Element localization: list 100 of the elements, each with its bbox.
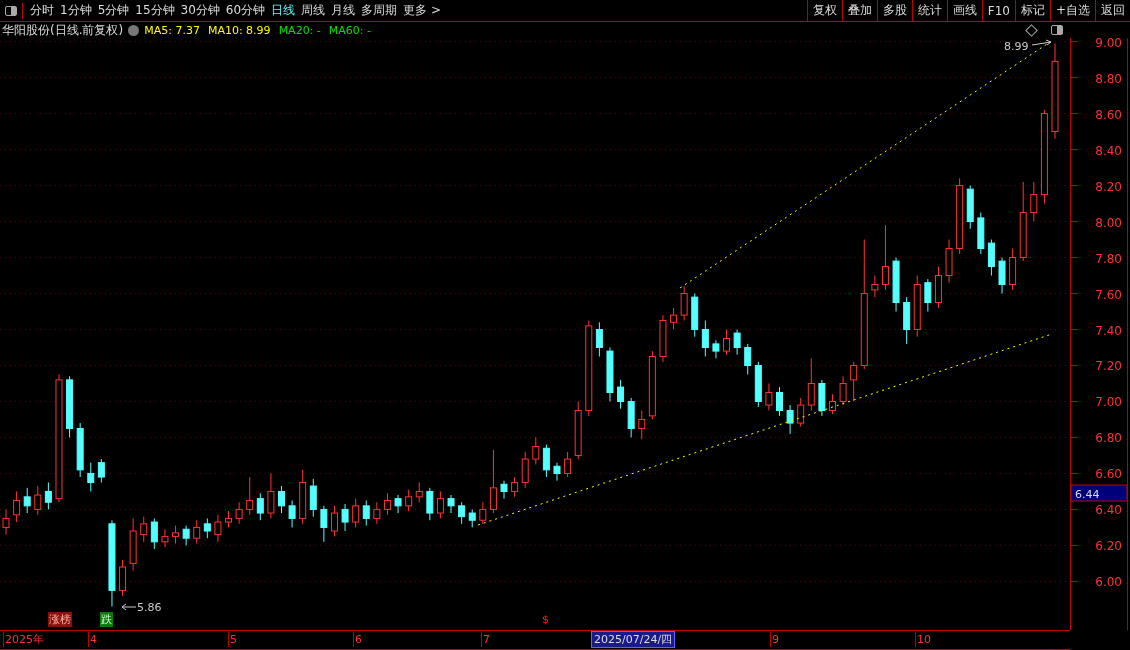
price-tick: 8.20: [1095, 179, 1122, 194]
period-tab[interactable]: 月线: [328, 0, 359, 21]
period-tab[interactable]: 日线: [268, 0, 299, 21]
candlestick: [479, 501, 487, 525]
toolbar-button[interactable]: +自选: [1049, 0, 1095, 21]
candlestick: [76, 422, 84, 478]
period-tab[interactable]: 30分钟: [177, 0, 223, 21]
price-tick: 7.00: [1095, 395, 1122, 410]
candlestick: [638, 409, 646, 440]
candlestick: [320, 505, 328, 543]
candlestick: [903, 296, 911, 345]
candlestick: [807, 357, 815, 411]
stock-title: 华阳股份(日线.前复权): [2, 21, 124, 39]
candlestick: [172, 525, 180, 545]
period-tab[interactable]: 周线: [298, 0, 329, 21]
candlestick: [670, 307, 678, 330]
candlestick: [733, 329, 741, 356]
toolbar-button[interactable]: 返回: [1095, 0, 1130, 21]
candlestick: [723, 329, 731, 356]
price-tick: 8.00: [1095, 215, 1122, 230]
candlestick: [140, 516, 148, 543]
candlestick: [987, 239, 995, 276]
period-tab[interactable]: 1分钟: [57, 0, 95, 21]
candlestick: [606, 347, 614, 402]
indicator-value: MA10: 8.99: [207, 23, 271, 37]
candlestick: [278, 485, 285, 514]
candlestick: [309, 478, 317, 518]
price-tick: 6.80: [1095, 431, 1122, 446]
candlestick: [352, 498, 360, 528]
candlestick: [500, 480, 508, 500]
candlestick: [87, 462, 95, 492]
period-tab[interactable]: 多周期: [358, 0, 401, 21]
low-price-label: 5.86: [137, 601, 162, 614]
date-tick: 2025年: [3, 632, 44, 647]
toolbar-button[interactable]: 复权: [806, 0, 842, 21]
dropdown-icon[interactable]: [128, 24, 140, 36]
toolbar-button[interactable]: 叠加: [841, 0, 877, 21]
candlestick: [161, 528, 169, 548]
high-price-label: 8.99: [1004, 40, 1029, 53]
price-tick: 8.40: [1095, 143, 1122, 158]
candlestick: [924, 278, 932, 312]
price-tick: 7.80: [1095, 251, 1122, 266]
candlestick: [659, 314, 667, 363]
price-tick: 6.00: [1095, 575, 1122, 590]
candlestick: [998, 257, 1006, 294]
candlestick: [648, 350, 656, 420]
candlestick: [850, 361, 858, 402]
toolbar-button[interactable]: 多股: [876, 0, 912, 21]
candlestick: [23, 487, 31, 514]
candlestick: [34, 485, 42, 516]
period-tab[interactable]: 分时: [27, 0, 57, 21]
candlestick: [945, 239, 953, 284]
candlestick: [288, 499, 296, 528]
candlestick: [458, 501, 466, 525]
candlestick: [203, 517, 211, 539]
price-tick: 6.20: [1095, 539, 1122, 554]
candlestick: [235, 501, 243, 525]
candlestick: [934, 266, 942, 309]
candlestick: [797, 397, 805, 428]
toolbar-button[interactable]: F10: [981, 0, 1015, 21]
price-tick: 7.60: [1095, 287, 1122, 302]
date-tick: 5: [228, 632, 237, 647]
candlestick: [871, 275, 879, 298]
candlestick: [373, 501, 381, 525]
candlestick: [744, 343, 752, 375]
candlestick: [977, 212, 985, 255]
candlestick: [415, 481, 423, 503]
candlestick: [881, 224, 889, 291]
candlestick: [776, 386, 783, 417]
candlestick: [712, 339, 720, 359]
candlestick: [436, 490, 444, 519]
candlestick: [299, 469, 307, 525]
candlestick: [426, 487, 434, 521]
candlestick: [489, 449, 497, 514]
toolbar-button[interactable]: 标记: [1014, 0, 1050, 21]
candlestick: [617, 379, 625, 410]
candlestick: [754, 361, 762, 408]
candlestick: [701, 320, 709, 357]
candlestick: [246, 476, 254, 516]
period-tab[interactable]: 15分钟: [132, 0, 178, 21]
candlestick: [818, 379, 826, 417]
date-tick: 6: [353, 632, 362, 647]
price-tick: 7.40: [1095, 323, 1122, 338]
period-tab[interactable]: 更多 >: [400, 0, 444, 21]
candlestick: [44, 481, 52, 510]
date-tick: 7: [481, 632, 490, 647]
indicator-value: MA20: -: [278, 23, 321, 37]
candlestick: [468, 508, 476, 528]
candlestick: [913, 275, 921, 338]
price-tick: 8.80: [1095, 71, 1122, 86]
period-tab[interactable]: 5分钟: [94, 0, 133, 21]
candlestick: [680, 285, 688, 321]
date-tick: 4: [88, 632, 97, 647]
candlestick: [829, 393, 836, 415]
candlestick: [574, 401, 582, 460]
candlestick: [267, 472, 275, 519]
candlestick: [341, 503, 349, 532]
toolbar-button[interactable]: 统计: [911, 0, 947, 21]
toolbar-button[interactable]: 画线: [946, 0, 982, 21]
period-tab[interactable]: 60分钟: [222, 0, 269, 21]
